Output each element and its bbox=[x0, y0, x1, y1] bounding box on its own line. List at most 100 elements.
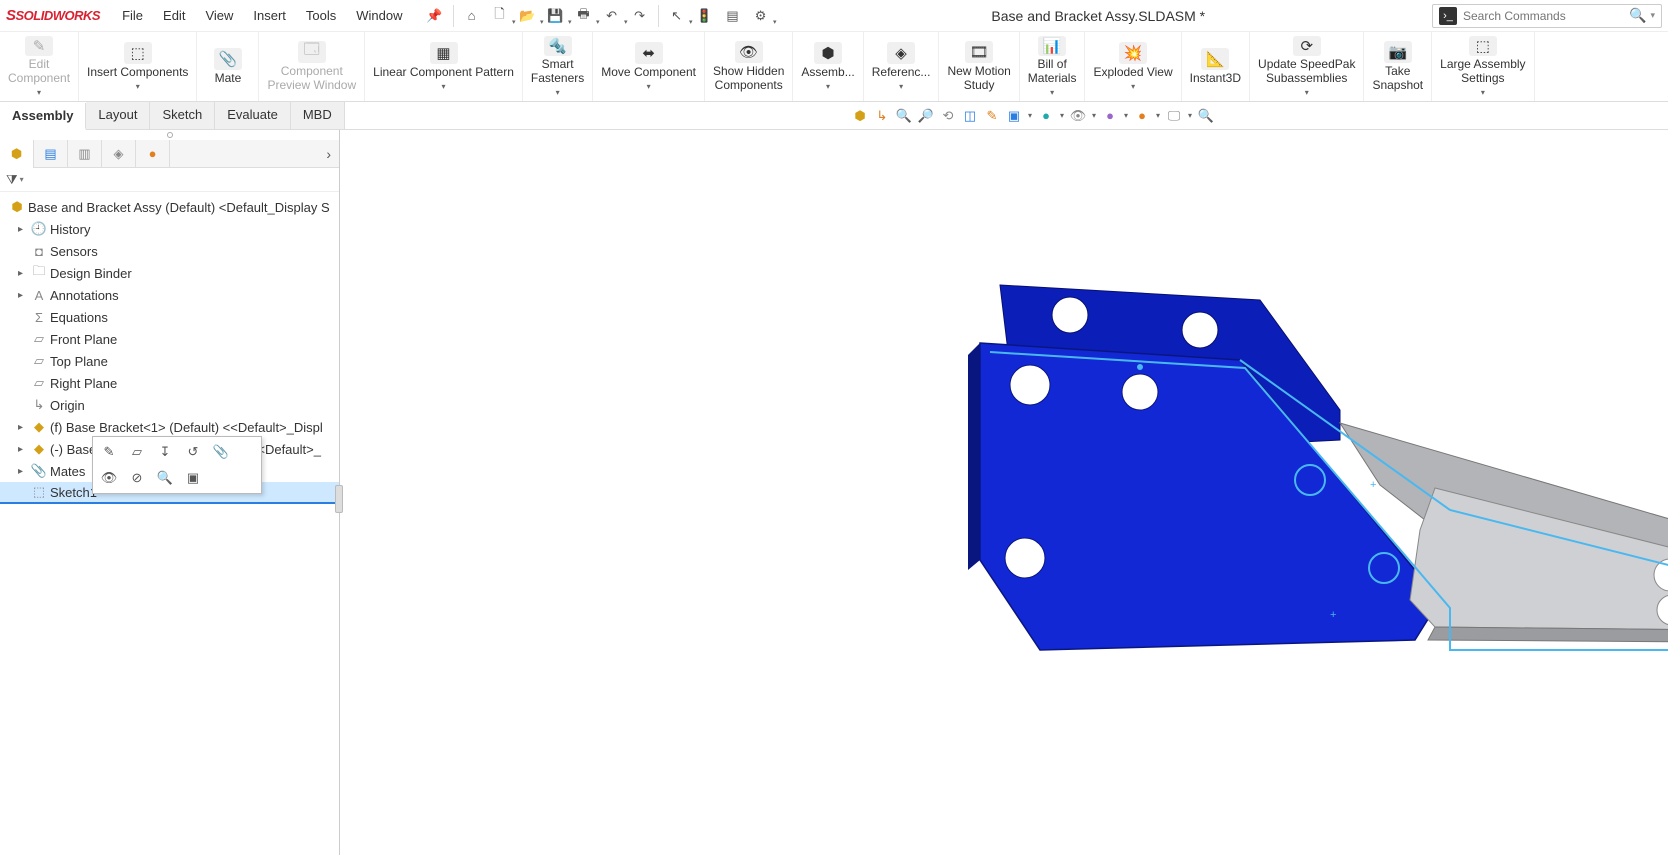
hide-show-icon[interactable]: ● bbox=[1036, 106, 1056, 126]
menu-window[interactable]: Window bbox=[346, 4, 412, 27]
settings-icon[interactable]: ⚙▾ bbox=[749, 4, 773, 28]
section-icon[interactable]: ◫ bbox=[960, 106, 980, 126]
menu-file[interactable]: File bbox=[112, 4, 153, 27]
options-page-icon[interactable]: ▤ bbox=[721, 4, 745, 28]
search-icon[interactable]: 🔍 bbox=[1629, 7, 1646, 24]
tree-item-annotations[interactable]: ▸AAnnotations bbox=[0, 284, 339, 306]
chevron-down-icon: ▾ bbox=[556, 88, 560, 97]
zoom-area-icon[interactable]: 🔎 bbox=[916, 106, 936, 126]
display-manager-icon[interactable]: ● bbox=[136, 140, 170, 168]
dynamic-icon[interactable]: ✎ bbox=[982, 106, 1002, 126]
mate-button[interactable]: 📎Mate bbox=[197, 32, 259, 101]
redo-icon[interactable]: ↷ bbox=[628, 4, 652, 28]
tree-item-sensors[interactable]: ◘Sensors bbox=[0, 240, 339, 262]
chevron-down-icon[interactable]: ▾ bbox=[1090, 106, 1098, 126]
speedpak-button[interactable]: ⟳Update SpeedPakSubassemblies▾ bbox=[1250, 32, 1364, 101]
dimxpert-icon[interactable]: ◈ bbox=[102, 140, 136, 168]
prev-view-icon[interactable]: ⟲ bbox=[938, 106, 958, 126]
instant3d-button[interactable]: 📐Instant3D bbox=[1182, 32, 1250, 101]
tab-assembly[interactable]: Assembly bbox=[0, 103, 86, 130]
search-commands[interactable]: ›_ 🔍 ▾ bbox=[1432, 4, 1662, 28]
tree-item-top-plane[interactable]: ▱Top Plane bbox=[0, 350, 339, 372]
show-hidden-button[interactable]: 👁Show HiddenComponents bbox=[705, 32, 793, 101]
menu-insert[interactable]: Insert bbox=[243, 4, 296, 27]
isolate-icon[interactable]: ▣ bbox=[180, 466, 206, 490]
apply-scene-icon[interactable]: ● bbox=[1132, 106, 1152, 126]
normal-to-icon[interactable]: ↧ bbox=[152, 440, 178, 464]
menu-view[interactable]: View bbox=[195, 4, 243, 27]
expand-icon[interactable]: ▸ bbox=[18, 290, 30, 301]
pin-icon[interactable]: 📌 bbox=[423, 4, 447, 28]
tree-item-label: Top Plane bbox=[50, 354, 108, 369]
search-input[interactable] bbox=[1463, 9, 1629, 23]
assembly-features-button[interactable]: ⬢Assemb...▾ bbox=[793, 32, 863, 101]
property-manager-icon[interactable]: ▤ bbox=[34, 140, 68, 168]
open-icon[interactable]: 📂▾ bbox=[516, 4, 540, 28]
rollbar-icon[interactable]: ↺ bbox=[180, 440, 206, 464]
insert-components-button[interactable]: ⬚Insert Components▾ bbox=[79, 32, 197, 101]
smart-fasteners-button[interactable]: 🔩SmartFasteners▾ bbox=[523, 32, 593, 101]
view-orient-icon[interactable]: ⬢ bbox=[850, 106, 870, 126]
view-settings-icon[interactable]: 🖵 bbox=[1164, 106, 1184, 126]
select-icon[interactable]: ↖▾ bbox=[665, 4, 689, 28]
exploded-view-button[interactable]: 💥Exploded View▾ bbox=[1085, 32, 1181, 101]
graphics-viewport[interactable]: + + bbox=[340, 130, 1668, 855]
triad-icon[interactable]: ↳ bbox=[872, 106, 892, 126]
expand-icon[interactable]: ▸ bbox=[18, 224, 30, 235]
task-pane-handle[interactable] bbox=[335, 485, 343, 513]
edit-appearance-icon[interactable]: ● bbox=[1100, 106, 1120, 126]
tree-item-right-plane[interactable]: ▱Right Plane bbox=[0, 372, 339, 394]
reference-geom-button[interactable]: ◈Referenc...▾ bbox=[864, 32, 940, 101]
expand-icon[interactable]: ▸ bbox=[18, 444, 30, 455]
expand-icon[interactable]: ▸ bbox=[18, 466, 30, 477]
tree-item-design-binder[interactable]: ▸🗀Design Binder bbox=[0, 262, 339, 284]
linear-pattern-button[interactable]: ▦Linear Component Pattern▾ bbox=[365, 32, 523, 101]
snapshot-button[interactable]: 📷TakeSnapshot bbox=[1364, 32, 1432, 101]
expand-icon[interactable]: ▸ bbox=[18, 422, 30, 433]
zoom-to-icon[interactable]: 🔍 bbox=[152, 466, 178, 490]
tab-sketch[interactable]: Sketch bbox=[150, 102, 215, 129]
tree-root[interactable]: ⬢ Base and Bracket Assy (Default) <Defau… bbox=[0, 196, 339, 218]
edit-sketch-icon[interactable]: ✎ bbox=[96, 440, 122, 464]
zoom-fit-icon[interactable]: 🔍 bbox=[894, 106, 914, 126]
tree-item-part1[interactable]: ▸◆(f) Base Bracket<1> (Default) <<Defaul… bbox=[0, 416, 339, 438]
suppress-icon[interactable]: ⊘ bbox=[124, 466, 150, 490]
tree-item-front-plane[interactable]: ▱Front Plane bbox=[0, 328, 339, 350]
tab-layout[interactable]: Layout bbox=[86, 102, 150, 129]
chevron-down-icon[interactable]: ▾ bbox=[1122, 106, 1130, 126]
move-component-button[interactable]: ⬌Move Component▾ bbox=[593, 32, 705, 101]
expand-icon[interactable]: ▸ bbox=[18, 268, 30, 279]
menu-tools[interactable]: Tools bbox=[296, 4, 346, 27]
eye-icon[interactable]: 👁 bbox=[1068, 106, 1088, 126]
tree-filter[interactable]: ⧩ ▾ bbox=[0, 168, 339, 192]
tree-item-equations[interactable]: ΣEquations bbox=[0, 306, 339, 328]
feature-manager-icon[interactable]: ⬢ bbox=[0, 140, 34, 168]
render-icon[interactable]: 🔍 bbox=[1196, 106, 1216, 126]
bom-button[interactable]: 📊Bill ofMaterials▾ bbox=[1020, 32, 1086, 101]
edit-sketch-plane-icon[interactable]: ▱ bbox=[124, 440, 150, 464]
display-style-icon[interactable]: ▣ bbox=[1004, 106, 1024, 126]
undo-icon[interactable]: ↶▾ bbox=[600, 4, 624, 28]
home-icon[interactable]: ⌂ bbox=[460, 4, 484, 28]
menu-edit[interactable]: Edit bbox=[153, 4, 195, 27]
new-motion-button[interactable]: 🎞New MotionStudy bbox=[939, 32, 1019, 101]
tree-item-history[interactable]: ▸🕘History bbox=[0, 218, 339, 240]
large-assembly-button[interactable]: ⬚Large AssemblySettings▾ bbox=[1432, 32, 1534, 101]
hide-icon[interactable]: 👁 bbox=[96, 466, 122, 490]
search-dropdown-icon[interactable]: ▾ bbox=[1650, 10, 1655, 21]
new-icon[interactable]: 🗋▾ bbox=[488, 4, 512, 28]
tab-mbd[interactable]: MBD bbox=[291, 102, 345, 129]
panel-pin-icon[interactable] bbox=[167, 132, 173, 138]
tab-evaluate[interactable]: Evaluate bbox=[215, 102, 291, 129]
panel-expand-icon[interactable]: › bbox=[318, 146, 339, 162]
attach-icon[interactable]: 📎 bbox=[208, 440, 234, 464]
config-manager-icon[interactable]: ▥ bbox=[68, 140, 102, 168]
chevron-down-icon[interactable]: ▾ bbox=[1154, 106, 1162, 126]
tree-item-origin[interactable]: ↳Origin bbox=[0, 394, 339, 416]
save-icon[interactable]: 💾▾ bbox=[544, 4, 568, 28]
chevron-down-icon[interactable]: ▾ bbox=[1058, 106, 1066, 126]
chevron-down-icon[interactable]: ▾ bbox=[1026, 106, 1034, 126]
chevron-down-icon[interactable]: ▾ bbox=[1186, 106, 1194, 126]
print-icon[interactable]: 🖶▾ bbox=[572, 4, 596, 28]
traffic-icon[interactable]: 🚦 bbox=[693, 4, 717, 28]
